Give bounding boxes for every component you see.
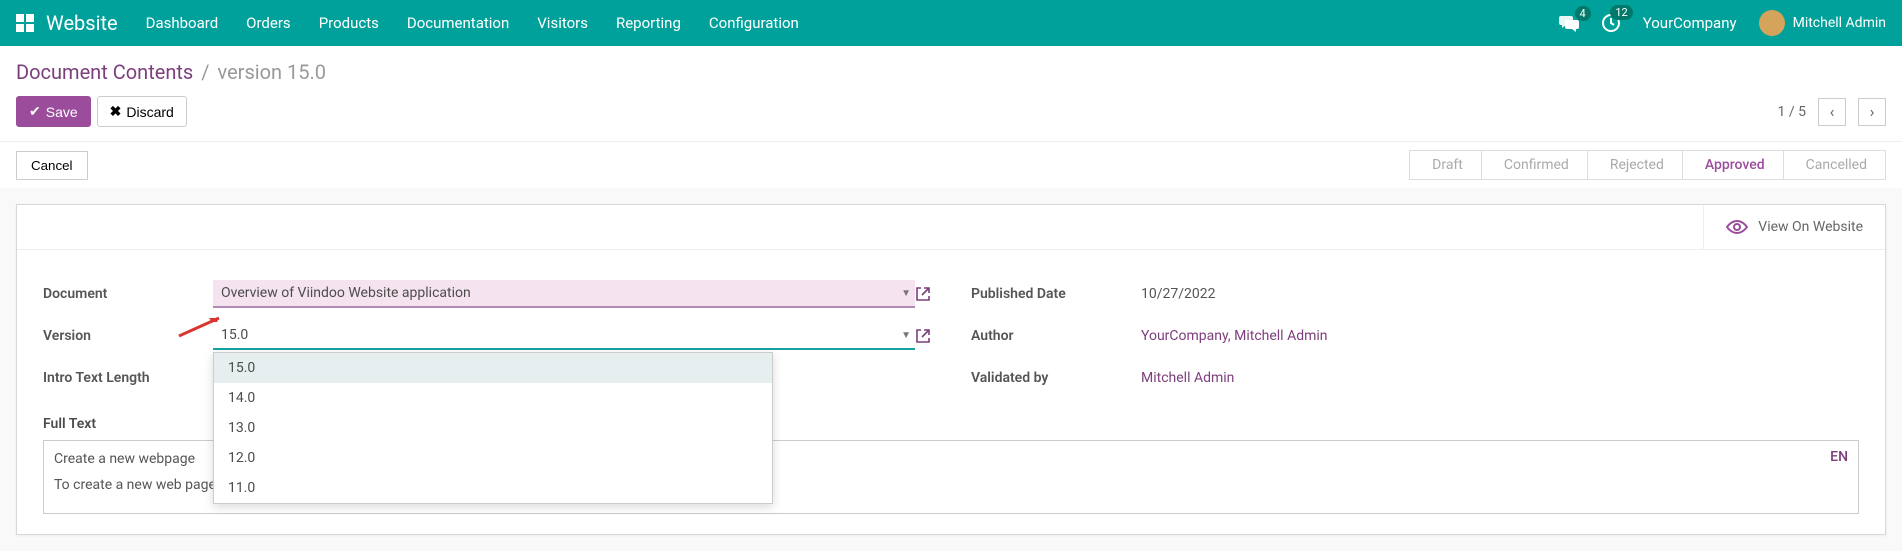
stage-draft[interactable]: Draft bbox=[1409, 150, 1482, 180]
label-author: Author bbox=[971, 328, 1141, 344]
value-author[interactable]: YourCompany, Mitchell Admin bbox=[1141, 328, 1859, 344]
pager-prev[interactable]: ‹ bbox=[1818, 98, 1846, 126]
form-sheet: View On Website Document Overview of Vii… bbox=[16, 204, 1886, 535]
nav-reporting[interactable]: Reporting bbox=[616, 14, 681, 32]
user-name: Mitchell Admin bbox=[1793, 15, 1886, 31]
close-icon: ✖ bbox=[110, 103, 122, 120]
breadcrumb-current: version 15.0 bbox=[218, 60, 327, 84]
breadcrumb-parent[interactable]: Document Contents bbox=[16, 60, 193, 84]
version-value: 15.0 bbox=[213, 322, 897, 348]
label-version: Version bbox=[43, 328, 213, 344]
top-nav: Website Dashboard Orders Products Docume… bbox=[0, 0, 1902, 46]
chat-badge: 4 bbox=[1575, 6, 1591, 21]
label-intro: Intro Text Length bbox=[43, 370, 213, 386]
stage-row: Cancel Draft Confirmed Rejected Approved… bbox=[0, 141, 1902, 188]
nav-documentation[interactable]: Documentation bbox=[407, 14, 509, 32]
label-published: Published Date bbox=[971, 286, 1141, 302]
value-validated[interactable]: Mitchell Admin bbox=[1141, 370, 1859, 386]
nav-visitors[interactable]: Visitors bbox=[537, 14, 588, 32]
dropdown-option[interactable]: 12.0 bbox=[214, 443, 772, 473]
breadcrumb: Document Contents / version 15.0 bbox=[0, 46, 1902, 90]
dropdown-option[interactable]: 11.0 bbox=[214, 473, 772, 503]
label-validated: Validated by bbox=[971, 370, 1141, 386]
external-link-icon[interactable] bbox=[915, 286, 931, 302]
view-on-website-label: View On Website bbox=[1758, 219, 1863, 235]
breadcrumb-sep: / bbox=[201, 60, 209, 84]
pager-next[interactable]: › bbox=[1858, 98, 1886, 126]
dropdown-option[interactable]: 14.0 bbox=[214, 383, 772, 413]
eye-icon bbox=[1726, 219, 1748, 235]
discard-label: Discard bbox=[126, 104, 173, 120]
external-link-icon[interactable] bbox=[915, 328, 931, 344]
stage-cancelled[interactable]: Cancelled bbox=[1784, 150, 1886, 180]
pager-text: 1 / 5 bbox=[1778, 104, 1806, 120]
chat-icon[interactable]: 4 bbox=[1559, 14, 1579, 32]
dropdown-option[interactable]: 15.0 bbox=[214, 353, 772, 383]
caret-down-icon[interactable]: ▼ bbox=[897, 284, 915, 303]
dropdown-option[interactable]: 13.0 bbox=[214, 413, 772, 443]
activity-badge: 12 bbox=[1610, 5, 1632, 20]
version-dropdown: 15.0 14.0 13.0 12.0 11.0 bbox=[213, 352, 773, 504]
value-published[interactable]: 10/27/2022 bbox=[1141, 286, 1859, 302]
company-selector[interactable]: YourCompany bbox=[1643, 14, 1737, 32]
document-field[interactable]: Overview of Viindoo Website application … bbox=[213, 280, 915, 308]
user-menu[interactable]: Mitchell Admin bbox=[1759, 10, 1886, 36]
caret-down-icon[interactable]: ▼ bbox=[897, 326, 915, 345]
controls-row: ✔ Save ✖ Discard 1 / 5 ‹ › bbox=[0, 90, 1902, 141]
nav-orders[interactable]: Orders bbox=[246, 14, 291, 32]
check-icon: ✔ bbox=[29, 103, 41, 120]
nav-dashboard[interactable]: Dashboard bbox=[146, 14, 219, 32]
stage-confirmed[interactable]: Confirmed bbox=[1482, 150, 1588, 180]
version-field[interactable]: 15.0 ▼ bbox=[213, 322, 915, 350]
avatar-icon bbox=[1759, 10, 1785, 36]
discard-button[interactable]: ✖ Discard bbox=[97, 96, 187, 127]
label-document: Document bbox=[43, 286, 213, 302]
nav-configuration[interactable]: Configuration bbox=[709, 14, 799, 32]
pager: 1 / 5 ‹ › bbox=[1778, 98, 1886, 126]
stage-approved[interactable]: Approved bbox=[1683, 150, 1784, 180]
cancel-button[interactable]: Cancel bbox=[16, 151, 88, 180]
language-badge[interactable]: EN bbox=[1830, 449, 1848, 465]
apps-icon[interactable] bbox=[16, 14, 34, 32]
brand[interactable]: Website bbox=[46, 11, 118, 35]
save-label: Save bbox=[46, 104, 78, 120]
save-button[interactable]: ✔ Save bbox=[16, 96, 91, 127]
nav-products[interactable]: Products bbox=[319, 14, 379, 32]
statusbar: Draft Confirmed Rejected Approved Cancel… bbox=[1409, 150, 1886, 180]
activity-icon[interactable]: 12 bbox=[1601, 13, 1621, 33]
stage-rejected[interactable]: Rejected bbox=[1588, 150, 1683, 180]
view-on-website-button[interactable]: View On Website bbox=[1703, 205, 1885, 249]
document-value: Overview of Viindoo Website application bbox=[213, 280, 897, 306]
